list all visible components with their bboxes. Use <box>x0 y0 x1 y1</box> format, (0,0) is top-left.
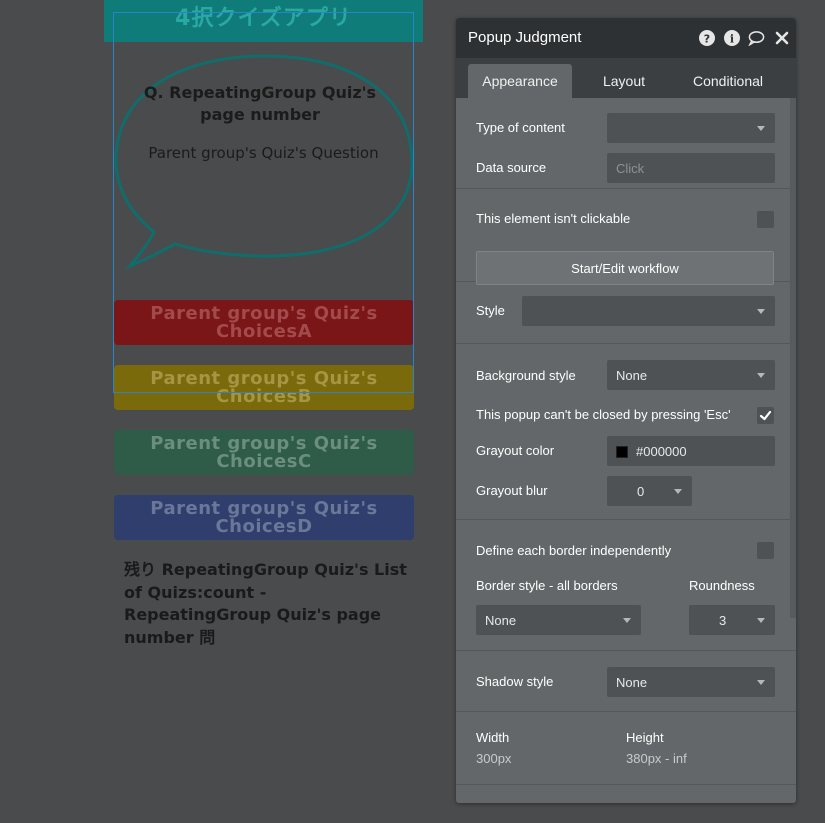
grayout-color-picker[interactable]: #000000 <box>607 436 775 466</box>
chevron-down-icon <box>757 373 765 378</box>
chevron-down-icon <box>757 309 765 314</box>
remaining-count-text: 残り RepeatingGroup Quiz's List of Quizs:c… <box>124 560 407 647</box>
choice-a-button[interactable]: Parent group's Quiz's ChoicesA <box>114 300 414 345</box>
roundness-label: Roundness <box>689 578 755 593</box>
height-label: Height <box>626 730 664 745</box>
border-style-label: Border style - all borders <box>476 578 618 593</box>
help-icon[interactable]: ? <box>698 29 715 46</box>
checkmark-icon <box>759 410 772 421</box>
start-edit-workflow-button[interactable]: Start/Edit workflow <box>476 251 774 285</box>
height-value: 380px - inf <box>626 751 687 766</box>
close-icon[interactable] <box>773 29 790 46</box>
chevron-down-icon <box>757 126 765 131</box>
shadow-style-label: Shadow style <box>476 674 554 689</box>
data-source-field[interactable]: Click <box>607 153 775 183</box>
panel-tabs: Appearance Layout Conditional <box>456 58 796 98</box>
property-editor[interactable]: Popup Judgment ? i Appearance Layout Con… <box>456 18 796 803</box>
tab-conditional[interactable]: Conditional <box>676 64 780 98</box>
app-header-title: 4択クイズアプリ <box>175 6 352 31</box>
not-clickable-label: This element isn't clickable <box>476 211 631 226</box>
type-of-content-dropdown[interactable] <box>607 113 775 143</box>
content-section: Type of content Data source Click <box>456 98 796 189</box>
chevron-down-icon <box>623 618 631 623</box>
not-clickable-checkbox[interactable] <box>757 211 774 228</box>
choice-b-button[interactable]: Parent group's Quiz's ChoicesB <box>114 365 414 410</box>
shadow-section: Shadow style None <box>456 651 796 712</box>
style-label: Style <box>476 303 505 318</box>
grayout-blur-label: Grayout blur <box>476 483 548 498</box>
width-value: 300px <box>476 751 512 766</box>
type-of-content-label: Type of content <box>476 120 565 135</box>
question-text: Parent group's Quiz's Question <box>148 144 379 162</box>
choice-d-button[interactable]: Parent group's Quiz's ChoicesD <box>114 495 414 540</box>
border-style-dropdown[interactable]: None <box>476 605 641 635</box>
tab-layout[interactable]: Layout <box>572 64 676 98</box>
shadow-style-dropdown[interactable]: None <box>607 667 775 697</box>
style-section: Style <box>456 282 796 344</box>
esc-close-label: This popup can't be closed by pressing '… <box>476 407 731 422</box>
comment-icon[interactable] <box>748 29 765 46</box>
panel-title: Popup Judgment <box>468 29 582 46</box>
border-independent-label: Define each border independently <box>476 543 672 558</box>
tab-appearance[interactable]: Appearance <box>468 64 572 98</box>
chevron-down-icon <box>757 618 765 623</box>
style-dropdown[interactable] <box>522 296 775 326</box>
interaction-section: This element isn't clickable Start/Edit … <box>456 189 796 285</box>
data-source-label: Data source <box>476 160 547 175</box>
border-section: Define each border independently Border … <box>456 520 796 651</box>
background-style-label: Background style <box>476 368 576 383</box>
design-canvas[interactable]: 4択クイズアプリ Q. RepeatingGroup Quiz's page n… <box>0 0 450 823</box>
panel-header[interactable]: Popup Judgment ? i <box>456 18 796 58</box>
esc-close-checkbox[interactable] <box>757 407 774 424</box>
roundness-dropdown[interactable]: 3 <box>689 605 775 635</box>
info-icon[interactable]: i <box>723 29 740 46</box>
background-section: Background style None This popup can't b… <box>456 344 796 520</box>
svg-text:i: i <box>729 32 733 45</box>
grayout-color-label: Grayout color <box>476 443 555 458</box>
question-number: Q. RepeatingGroup Quiz's page number <box>143 83 377 124</box>
app-header[interactable]: 4択クイズアプリ <box>104 0 423 42</box>
chevron-down-icon <box>757 680 765 685</box>
background-style-dropdown[interactable]: None <box>607 360 775 390</box>
panel-scrollbar[interactable] <box>790 98 796 618</box>
data-source-placeholder: Click <box>616 161 645 176</box>
svg-text:?: ? <box>703 32 709 45</box>
color-swatch <box>616 446 628 458</box>
grayout-blur-dropdown[interactable]: 0 <box>607 476 692 506</box>
border-independent-checkbox[interactable] <box>757 542 774 559</box>
choice-c-button[interactable]: Parent group's Quiz's ChoicesC <box>114 430 414 475</box>
width-label: Width <box>476 730 510 745</box>
chevron-down-icon <box>674 489 682 494</box>
dimensions-section: Width 300px Height 380px - inf <box>456 712 796 785</box>
